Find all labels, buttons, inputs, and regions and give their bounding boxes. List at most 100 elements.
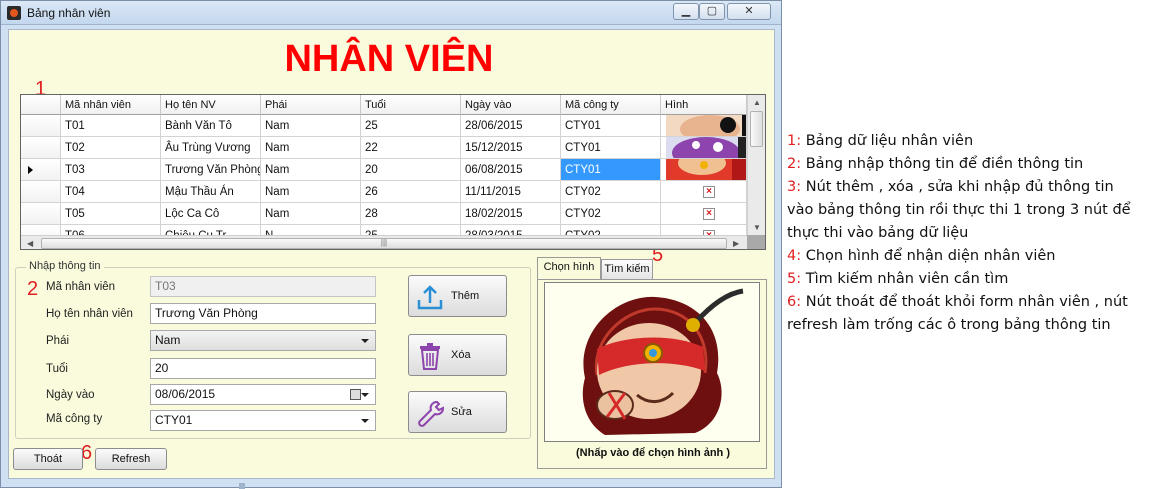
col-header-hinh[interactable]: Hình — [661, 95, 747, 115]
trash-icon — [420, 343, 440, 370]
col-header-ma-nv[interactable]: Mã nhân viên — [61, 95, 161, 115]
cell-tuoi[interactable]: 25 — [361, 115, 461, 137]
ma-cty-select[interactable]: CTY01 — [150, 410, 376, 431]
phai-select[interactable]: Nam — [150, 330, 376, 351]
exit-button[interactable]: Thoát — [13, 448, 83, 470]
table-row[interactable]: T04 Mậu Thầu Án Nam 26 11/11/2015 CTY02 … — [21, 181, 747, 203]
close-button[interactable]: ✕ — [727, 3, 771, 20]
employee-picture-box[interactable] — [544, 282, 760, 442]
cell-ma-nv[interactable]: T02 — [61, 137, 161, 159]
cell-ho-ten[interactable]: Bành Văn Tô — [161, 115, 261, 137]
cell-hinh[interactable]: × — [661, 181, 747, 203]
chevron-down-icon[interactable] — [361, 393, 369, 397]
row-header[interactable] — [21, 159, 61, 181]
maximize-button[interactable]: ▢ — [699, 3, 725, 20]
col-header-ngay-vao[interactable]: Ngày vào — [461, 95, 561, 115]
cell-ma-nv[interactable]: T03 — [61, 159, 161, 181]
cell-ma-cty[interactable]: CTY01 — [561, 137, 661, 159]
row-header[interactable] — [21, 115, 61, 137]
grid-header-corner — [21, 95, 61, 115]
employee-data-grid[interactable]: Mã nhân viên Họ tên NV Phái Tuổi Ngày và… — [20, 94, 766, 250]
cell-phai[interactable]: Nam — [261, 159, 361, 181]
edit-button[interactable]: Sửa — [408, 391, 507, 433]
tab-chon-hinh[interactable]: Chọn hình — [537, 257, 601, 279]
scroll-left-icon[interactable]: ◀ — [27, 239, 33, 248]
cell-tuoi[interactable]: 28 — [361, 203, 461, 225]
cell-hinh[interactable] — [661, 115, 747, 137]
cell-ngay-vao[interactable]: 15/12/2015 — [461, 137, 561, 159]
cell-ma-cty[interactable]: CTY02 — [561, 203, 661, 225]
cell-tuoi[interactable]: 22 — [361, 137, 461, 159]
row-header[interactable] — [21, 203, 61, 225]
cell-ma-nv[interactable]: T05 — [61, 203, 161, 225]
note-text: Chọn hình để nhận diện nhân viên — [801, 248, 1056, 264]
cell-ma-cty[interactable]: CTY01 — [561, 115, 661, 137]
tab-tim-kiem[interactable]: Tìm kiếm — [601, 259, 653, 279]
cell-ma-nv[interactable]: T01 — [61, 115, 161, 137]
note-text: Nút thoát để thoát khỏi form nhân viên ,… — [801, 294, 1128, 310]
wrench-icon — [418, 401, 444, 427]
cell-phai[interactable]: Nam — [261, 115, 361, 137]
cell-ma-cty[interactable]: CTY02 — [561, 181, 661, 203]
cell-ho-ten[interactable]: Lộc Ca Cô — [161, 203, 261, 225]
annotation-notes: 1: Bảng dữ liệu nhân viên 2: Bảng nhập t… — [787, 130, 1155, 337]
cell-ngay-vao[interactable]: 11/11/2015 — [461, 181, 561, 203]
note-line: 3: Nút thêm , xóa , sửa khi nhập đủ thôn… — [787, 176, 1155, 199]
note-number: 5: — [787, 271, 802, 287]
row-header[interactable] — [21, 137, 61, 159]
cell-ho-ten[interactable]: Âu Trùng Vương — [161, 137, 261, 159]
cell-ho-ten[interactable]: Mậu Thầu Án — [161, 181, 261, 203]
add-button[interactable]: Thêm — [408, 275, 507, 317]
table-row[interactable]: T02 Âu Trùng Vương Nam 22 15/12/2015 CTY… — [21, 137, 747, 159]
col-header-ma-cty[interactable]: Mã công ty — [561, 95, 661, 115]
col-header-tuoi[interactable]: Tuổi — [361, 95, 461, 115]
row-header[interactable] — [21, 181, 61, 203]
cell-tuoi[interactable]: 20 — [361, 159, 461, 181]
tab-panel-chon-hinh: (Nhấp vào để chọn hình ảnh ) — [537, 279, 767, 469]
tuoi-field[interactable]: 20 — [150, 358, 376, 379]
minimize-button[interactable]: ▁ — [673, 3, 699, 20]
chevron-down-icon — [361, 419, 369, 423]
cell-ngay-vao[interactable]: 18/02/2015 — [461, 203, 561, 225]
cell-hinh[interactable]: × — [661, 203, 747, 225]
vertical-scroll-thumb[interactable] — [750, 111, 763, 147]
label-tuoi: Tuổi — [46, 363, 68, 375]
col-header-ho-ten[interactable]: Họ tên NV — [161, 95, 261, 115]
cell-ngay-vao[interactable]: 28/06/2015 — [461, 115, 561, 137]
window-title: Bảng nhân viên — [27, 6, 111, 20]
table-row[interactable]: T05 Lộc Ca Cô Nam 28 18/02/2015 CTY02 × — [21, 203, 747, 225]
cell-phai[interactable]: Nam — [261, 137, 361, 159]
horizontal-scroll-thumb[interactable]: ||| — [41, 238, 727, 249]
grid-horizontal-scrollbar[interactable]: ◀ ||| ▶ — [21, 235, 747, 249]
ho-ten-field[interactable]: Trương Văn Phòng — [150, 303, 376, 324]
cell-hinh[interactable] — [661, 159, 747, 181]
note-text: vào bảng thông tin rồi thực thi 1 trong … — [787, 202, 1131, 218]
scroll-right-icon[interactable]: ▶ — [733, 239, 739, 248]
cell-hinh[interactable] — [661, 137, 747, 159]
cell-ngay-vao[interactable]: 06/08/2015 — [461, 159, 561, 181]
table-row[interactable]: T01 Bành Văn Tô Nam 25 28/06/2015 CTY01 — [21, 115, 747, 137]
ma-nv-field[interactable]: T03 — [150, 276, 376, 297]
calendar-icon[interactable] — [350, 389, 361, 400]
col-header-phai[interactable]: Phái — [261, 95, 361, 115]
table-row-selected[interactable]: T03 Trương Văn Phòng Nam 20 06/08/2015 C… — [21, 159, 747, 181]
ngay-vao-datepicker[interactable]: 08/06/2015 — [150, 384, 376, 405]
scroll-up-icon[interactable]: ▲ — [753, 98, 761, 107]
refresh-button[interactable]: Refresh — [95, 448, 167, 470]
resize-grip[interactable] — [239, 483, 245, 489]
cell-ho-ten[interactable]: Trương Văn Phòng — [161, 159, 261, 181]
cell-phai[interactable]: Nam — [261, 203, 361, 225]
grid-viewport: Mã nhân viên Họ tên NV Phái Tuổi Ngày và… — [21, 95, 747, 247]
cell-ma-cty[interactable]: CTY01 — [561, 159, 661, 181]
grid-vertical-scrollbar[interactable]: ▲ ▼ — [747, 95, 765, 235]
cell-phai[interactable]: Nam — [261, 181, 361, 203]
grid-header: Mã nhân viên Họ tên NV Phái Tuổi Ngày và… — [21, 95, 747, 115]
scroll-down-icon[interactable]: ▼ — [753, 223, 761, 232]
employee-portrait-image — [545, 283, 759, 441]
delete-button[interactable]: Xóa — [408, 334, 507, 376]
cell-ma-nv[interactable]: T04 — [61, 181, 161, 203]
label-ma-cty: Mã công ty — [46, 413, 103, 425]
cell-tuoi[interactable]: 26 — [361, 181, 461, 203]
title-bar[interactable]: Bảng nhân viên ▁ ▢ ✕ — [1, 1, 781, 25]
upload-icon — [417, 285, 443, 310]
